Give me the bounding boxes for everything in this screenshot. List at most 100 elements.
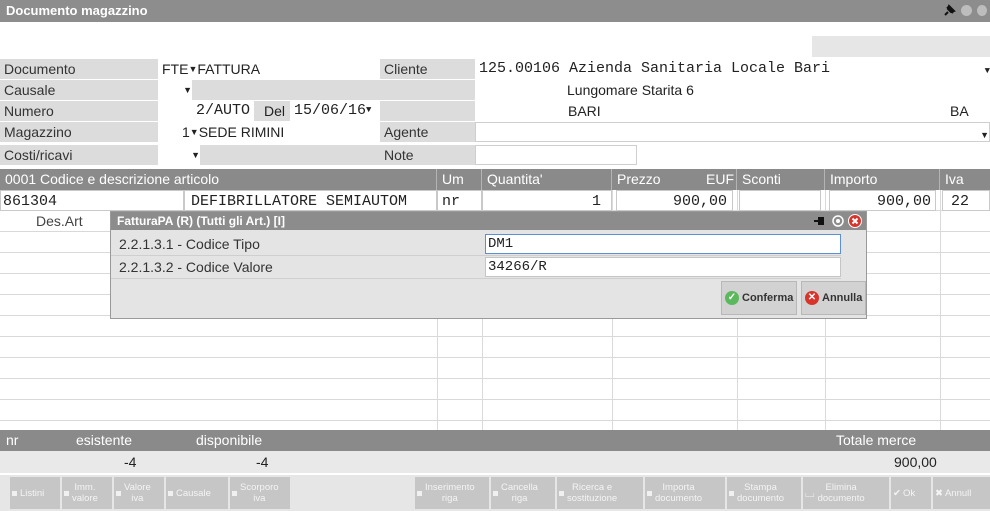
note-input[interactable]	[475, 145, 637, 165]
col-valuta: EUF	[706, 171, 734, 187]
citta: BARI	[568, 103, 601, 119]
des-art-label: Des.Art	[36, 213, 83, 229]
cell-quantita[interactable]: 1	[482, 190, 612, 211]
function-toolbar: Listini Imm. valore Valore iva Causale Sco…	[0, 475, 990, 511]
col-quantita[interactable]: Quantita'	[482, 169, 612, 190]
codice-valore-input[interactable]: 34266/R	[485, 257, 841, 277]
elimina-documento-button[interactable]: ⌴ Elimina documento	[803, 477, 889, 509]
divider	[111, 278, 841, 279]
documento-desc: FATTURA	[197, 61, 261, 77]
cancel-icon: ✕	[805, 291, 819, 305]
causale-filler	[192, 80, 475, 100]
del-label: Del	[254, 101, 290, 121]
data-value: 15/06/16	[294, 102, 367, 119]
target-icon[interactable]	[831, 214, 845, 228]
codice-tipo-input[interactable]: DM1	[485, 234, 841, 254]
window-title: Documento magazzino	[6, 3, 148, 18]
col-iva[interactable]: Iva	[940, 169, 990, 190]
cell-codice[interactable]: 861304	[0, 190, 184, 211]
numero-label: Numero	[0, 101, 158, 121]
cancella-riga-button[interactable]: Cancella riga	[491, 477, 555, 509]
close-icon[interactable]	[848, 214, 862, 228]
totals-header: nr esistente disponibile Totale merce	[0, 430, 990, 451]
cliente-input[interactable]: 125.00106 Azienda Sanitaria Locale Bari …	[475, 59, 990, 79]
chevron-down-icon[interactable]: ▼	[191, 150, 200, 160]
ricerca-sostituzione-button[interactable]: Ricerca e sostituzione	[557, 477, 643, 509]
scorporo-iva-button[interactable]: Scorporo iva	[230, 477, 290, 509]
cancel-button[interactable]: ✕ Annulla	[801, 281, 867, 315]
importa-documento-button[interactable]: Importa documento	[645, 477, 725, 509]
disponibile-label: disponibile	[196, 432, 263, 448]
row-costi: Costi/ricavi ▼ Note	[0, 145, 990, 165]
chevron-down-icon[interactable]: ▼	[183, 85, 192, 95]
divider	[111, 255, 841, 256]
cell-prezzo[interactable]: 900,00	[616, 190, 733, 211]
cell-iva[interactable]: 22	[942, 190, 990, 211]
documento-label: Documento	[0, 59, 158, 79]
cell-importo[interactable]: 900,00	[829, 190, 936, 211]
note-label: Note	[380, 145, 475, 165]
row-numero: Numero 2/AUTO Del 15/06/16▼ BARI BA	[0, 101, 990, 121]
cell-sconti[interactable]	[739, 190, 821, 211]
stampa-documento-button[interactable]: Stampa documento	[727, 477, 801, 509]
col-prezzo[interactable]: Prezzo EUF	[612, 169, 737, 190]
confirm-button[interactable]: ✓ Conferma	[721, 281, 798, 315]
disponibile-value: -4	[256, 454, 269, 470]
costi-select[interactable]: ▼	[158, 145, 200, 165]
imm-valore-button[interactable]: Imm. valore	[62, 477, 112, 509]
pin-icon[interactable]	[942, 4, 956, 18]
data-input[interactable]: 15/06/16▼	[290, 101, 380, 121]
totale-value: 900,00	[894, 454, 937, 470]
magazzino-desc: SEDE RIMINI	[198, 124, 285, 140]
totale-label: Totale merce	[836, 432, 917, 448]
ok-button[interactable]: ✔ Ok	[891, 477, 931, 509]
dialog-title: FatturaPA (R) (Tutti gli Art.) [I]	[111, 212, 866, 230]
esistente-value: -4	[124, 454, 137, 470]
documento-select[interactable]: FTE▼FATTURA	[158, 59, 380, 79]
inserimento-riga-button[interactable]: Inserimento riga	[415, 477, 489, 509]
cancel-label: Annulla	[822, 292, 863, 304]
causale-label: Causale	[0, 80, 158, 100]
annulla-button[interactable]: ✖ Annull	[933, 477, 990, 509]
esistente-label: esistente	[76, 432, 133, 448]
magazzino-label: Magazzino	[0, 122, 158, 142]
row-documento: Documento FTE▼FATTURA Cliente 125.00106 …	[0, 59, 990, 79]
listini-button[interactable]: Listini	[10, 477, 60, 509]
row-causale: Causale ▼ Lungomare Starita 6	[0, 80, 990, 100]
chevron-down-icon[interactable]: ▼	[980, 125, 989, 145]
table-row	[0, 316, 990, 337]
minimize-icon[interactable]	[961, 5, 972, 16]
cell-descrizione[interactable]: DEFIBRILLATORE SEMIAUTOM	[184, 190, 437, 211]
numero-input[interactable]: 2/AUTO	[158, 101, 254, 121]
indirizzo: Lungomare Starita 6	[567, 82, 694, 98]
agente-input[interactable]: ▼	[475, 122, 990, 142]
trash-icon: ⌴	[805, 485, 815, 500]
costi-filler	[200, 145, 380, 165]
col-um[interactable]: Um	[437, 169, 482, 190]
check-circle-icon: ✔	[893, 487, 901, 499]
chevron-down-icon[interactable]: ▼	[188, 64, 197, 74]
costi-label: Costi/ricavi	[0, 145, 158, 165]
documento-code: FTE	[162, 61, 189, 77]
col-importo[interactable]: Importo	[825, 169, 940, 190]
table-row[interactable]: 861304 DEFIBRILLATORE SEMIAUTOM nr 1 900…	[0, 190, 990, 211]
close-icon[interactable]	[977, 5, 987, 16]
col-sconti[interactable]: Sconti	[737, 169, 825, 190]
magazzino-select[interactable]: 1▼SEDE RIMINI	[158, 122, 380, 142]
cell-um[interactable]: nr	[437, 190, 482, 211]
cliente-label: Cliente	[380, 59, 475, 79]
valore-iva-button[interactable]: Valore iva	[114, 477, 164, 509]
chevron-down-icon[interactable]: ▼	[190, 127, 199, 137]
chevron-down-icon[interactable]: ▼	[366, 105, 371, 115]
codice-valore-label: 2.2.1.3.2 - Codice Valore	[119, 259, 273, 275]
pin-icon[interactable]	[813, 214, 827, 228]
causale-select[interactable]: ▼	[158, 80, 192, 100]
check-icon: ✓	[725, 291, 739, 305]
cancel-circle-icon: ✖	[935, 487, 943, 499]
chevron-down-icon[interactable]: ▼	[985, 61, 990, 81]
causale-button[interactable]: Causale	[166, 477, 228, 509]
table-row	[0, 337, 990, 358]
header-strip	[812, 36, 990, 57]
codice-tipo-label: 2.2.1.3.1 - Codice Tipo	[119, 236, 260, 252]
col-codice[interactable]: 0001 Codice e descrizione articolo	[0, 169, 437, 190]
